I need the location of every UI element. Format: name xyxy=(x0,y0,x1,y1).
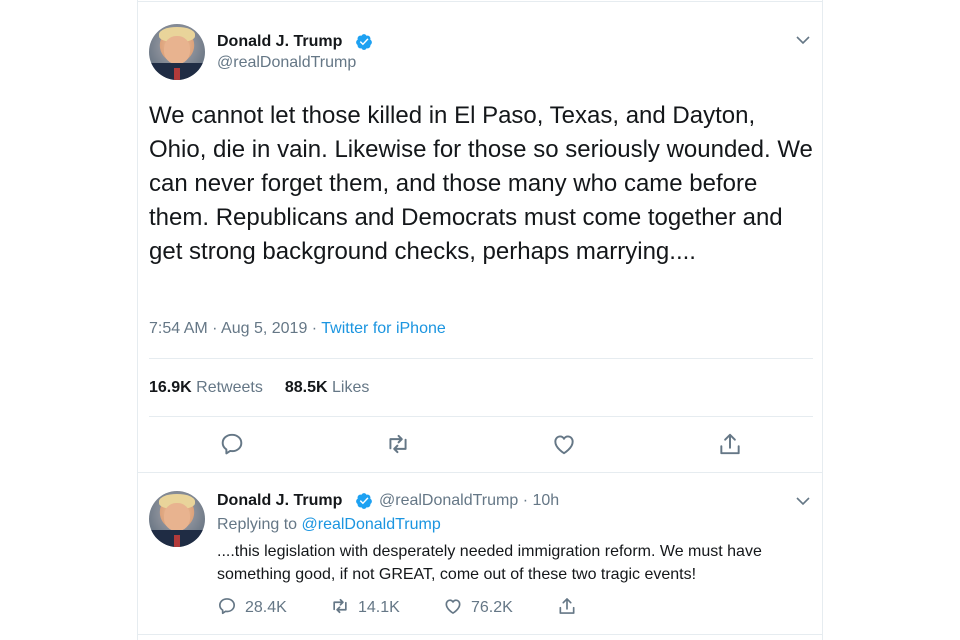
divider xyxy=(149,358,813,359)
tweet-stats: 16.9K Retweets 88.5K Likes xyxy=(149,379,369,397)
tweet-text: We cannot let those killed in El Paso, T… xyxy=(149,102,813,265)
tweet-meta: 7:54 AM · Aug 5, 2019 · Twitter for iPho… xyxy=(149,320,446,338)
reply-count: 28.4K xyxy=(245,599,287,616)
replying-prefix: Replying to xyxy=(217,516,302,533)
author-handle[interactable]: @realDonaldTrump xyxy=(217,54,356,72)
retweets-label: Retweets xyxy=(196,379,263,396)
reply-handle-time[interactable]: @realDonaldTrump · 10h xyxy=(379,492,559,510)
reply-retweet-button[interactable]: 14.1K xyxy=(330,596,400,616)
replying-to: Replying to @realDonaldTrump xyxy=(217,516,441,534)
tweet-timestamp[interactable]: 7:54 AM · Aug 5, 2019 · xyxy=(149,320,321,337)
divider xyxy=(137,472,823,473)
likes-label: Likes xyxy=(332,379,370,396)
chevron-down-icon[interactable] xyxy=(795,493,811,509)
divider xyxy=(149,416,813,417)
retweet-icon[interactable] xyxy=(385,431,411,457)
reply-icon xyxy=(219,598,235,615)
reply-share-button[interactable] xyxy=(557,596,585,616)
reply-like-button[interactable]: 76.2K xyxy=(443,596,513,616)
retweets-stat[interactable]: 16.9K Retweets xyxy=(149,379,263,396)
likes-stat[interactable]: 88.5K Likes xyxy=(285,379,370,396)
retweet-icon xyxy=(333,598,347,614)
reply-author-name[interactable]: Donald J. Trump xyxy=(217,492,342,510)
top-border xyxy=(137,1,823,2)
chevron-down-icon[interactable] xyxy=(795,32,811,48)
replying-mention-link[interactable]: @realDonaldTrump xyxy=(302,516,441,533)
like-count: 76.2K xyxy=(471,599,513,616)
tweet-source-link[interactable]: Twitter for iPhone xyxy=(321,320,446,337)
share-icon[interactable] xyxy=(717,431,743,457)
reply-icon[interactable] xyxy=(219,431,245,457)
bottom-border xyxy=(137,634,823,635)
reply-tweet-text: ....this legislation with desperately ne… xyxy=(217,543,762,583)
reply-reply-button[interactable]: 28.4K xyxy=(217,596,287,616)
like-icon xyxy=(445,599,461,614)
like-icon[interactable] xyxy=(551,431,577,457)
retweet-count: 14.1K xyxy=(358,599,400,616)
likes-count: 88.5K xyxy=(284,379,328,396)
share-icon xyxy=(559,598,575,614)
reply-author-avatar[interactable] xyxy=(149,491,205,547)
author-name[interactable]: Donald J. Trump xyxy=(217,33,342,51)
verified-badge-icon xyxy=(356,493,372,509)
author-avatar[interactable] xyxy=(149,24,205,80)
retweets-count: 16.9K xyxy=(149,379,192,396)
verified-badge-icon xyxy=(356,34,372,50)
